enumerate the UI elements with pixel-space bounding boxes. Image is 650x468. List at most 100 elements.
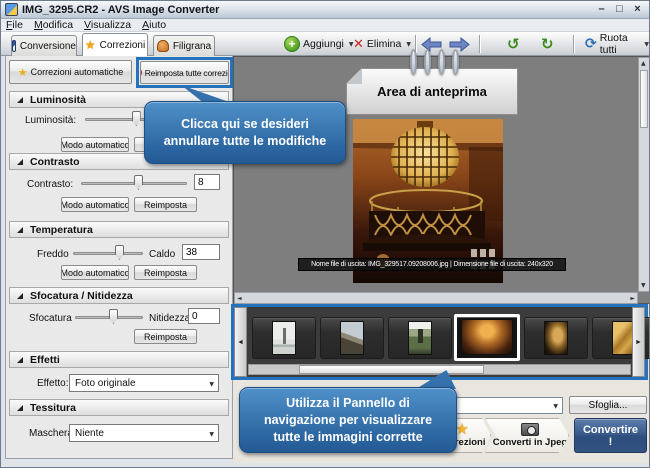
slider-thumb[interactable] <box>115 245 124 260</box>
slider-track[interactable] <box>73 252 143 255</box>
thumbnail-photo <box>272 321 296 355</box>
warm-label: Caldo <box>149 249 175 260</box>
chevron-down-icon: ▼ <box>553 403 558 410</box>
blur-reset-button[interactable]: Reimposta <box>134 329 197 344</box>
scrollbar-thumb[interactable] <box>299 365 484 374</box>
add-label: Aggiungi <box>303 38 344 50</box>
tab-filigrana[interactable]: Filigrana <box>153 35 215 56</box>
conversion-icon <box>12 40 16 52</box>
blur-value-input[interactable] <box>188 308 220 324</box>
preview-vertical-scrollbar[interactable]: ▲ ▼ <box>638 57 650 292</box>
effect-label: Effetto: <box>37 378 69 389</box>
section-title: Luminosità <box>30 94 86 106</box>
rotate-left-icon: ↺ <box>507 35 520 53</box>
nav-scroll-right-button[interactable]: ► <box>632 307 645 377</box>
temperature-value-input[interactable] <box>182 244 220 260</box>
arrow-right-icon <box>448 37 470 52</box>
magic-wand-icon: ★ <box>18 67 28 78</box>
callout-text: tutte le immagini corrette <box>240 429 456 446</box>
chevron-down-icon[interactable]: ▼ <box>406 41 411 48</box>
collapse-triangle-icon <box>17 227 23 233</box>
rotate-all-icon: ⟳ <box>585 36 597 52</box>
luminosity-auto-button[interactable]: Modo automatico <box>61 137 129 152</box>
star-icon: ★ <box>455 423 468 436</box>
nav-horizontal-scrollbar[interactable] <box>248 364 631 375</box>
tab-correzioni[interactable]: ★ Correzioni <box>82 33 148 56</box>
rotate-all-button[interactable]: ⟳ Ruota tutti ▼ <box>585 32 649 56</box>
no-entry-icon <box>140 67 142 78</box>
thumbnail-lamp-selected[interactable] <box>454 314 520 361</box>
contrast-reset-button[interactable]: Reimposta <box>134 197 197 212</box>
reset-all-corrections-button[interactable]: Reimposta tutte correzioni <box>140 61 229 84</box>
thumbnail-photo <box>408 321 432 355</box>
scroll-down-icon[interactable]: ▼ <box>641 282 646 289</box>
scrollbar-thumb[interactable] <box>640 70 648 128</box>
delete-button[interactable]: ✕ Elimina ▼ <box>353 32 411 56</box>
scroll-left-icon[interactable]: ◄ <box>237 295 242 302</box>
toolbar-separator <box>573 35 574 53</box>
thumbnail-photo <box>461 319 513 355</box>
section-header-temperature[interactable]: Temperatura <box>9 221 229 238</box>
collapse-triangle-icon <box>17 405 23 411</box>
browse-button[interactable]: Sfoglia... <box>569 396 647 414</box>
tab-toolbar-row: Conversione ★ Correzioni Filigrana + Agg… <box>1 32 649 56</box>
menu-visualizza[interactable]: Visualizza <box>84 19 131 31</box>
cold-label: Freddo <box>37 249 69 260</box>
contrast-value-input[interactable] <box>194 174 220 190</box>
window-title: IMG_3295.CR2 - AVS Image Converter <box>22 4 219 16</box>
close-button[interactable]: × <box>631 2 644 16</box>
preview-horizontal-scrollbar[interactable]: ◄ ► <box>234 292 638 304</box>
navigation-panel: ◄ ► <box>231 304 648 380</box>
arrow-left-icon: ◄ <box>237 339 244 346</box>
scroll-right-icon[interactable]: ► <box>630 295 635 302</box>
rotate-right-icon: ↻ <box>541 35 554 53</box>
menu-bar: File Modifica Visualizza Aiuto <box>1 19 649 32</box>
section-header-blur-sharpness[interactable]: Sfocatura / Nitidezza <box>9 287 229 304</box>
add-button[interactable]: + Aggiungi ▼ <box>284 32 354 56</box>
convert-button[interactable]: Convertire ! <box>574 418 647 453</box>
section-header-texture[interactable]: Tessitura <box>9 399 229 416</box>
thumbnail-park[interactable] <box>388 317 452 359</box>
contrast-slider[interactable] <box>81 175 187 191</box>
thumbnail-pier[interactable] <box>320 317 384 359</box>
rotate-left-button[interactable]: ↺ <box>507 32 520 56</box>
title-bar[interactable]: IMG_3295.CR2 - AVS Image Converter – □ × <box>1 1 649 19</box>
temperature-reset-button[interactable]: Reimposta <box>134 265 197 280</box>
tab-conversione[interactable]: Conversione <box>11 35 77 56</box>
menu-aiuto[interactable]: Aiuto <box>142 19 166 31</box>
effect-combo[interactable]: Foto originale ▼ <box>69 374 219 392</box>
blur-slider[interactable] <box>75 309 143 325</box>
chevron-down-icon[interactable]: ▼ <box>644 41 649 48</box>
step-convert-jpeg[interactable]: Converti in Jpeg <box>485 418 569 453</box>
camera-icon <box>521 423 539 436</box>
binder-ring-icon <box>410 49 417 75</box>
scroll-up-icon[interactable]: ▲ <box>641 60 646 67</box>
delete-icon: ✕ <box>353 37 364 52</box>
effect-value: Foto originale <box>75 378 136 389</box>
menu-modifica[interactable]: Modifica <box>34 19 73 31</box>
thumbnail-mask[interactable] <box>524 317 588 359</box>
callout-text: Utilizza il Pannello di <box>240 395 456 412</box>
menu-file[interactable]: File <box>6 19 23 31</box>
rotate-right-button[interactable]: ↻ <box>541 32 554 56</box>
slider-thumb[interactable] <box>109 309 118 324</box>
star-icon: ★ <box>85 39 96 51</box>
callout-text: annullare tutte le modifiche <box>145 133 345 150</box>
temperature-slider[interactable] <box>73 245 143 261</box>
nav-scroll-left-button[interactable]: ◄ <box>234 307 247 377</box>
collapse-triangle-icon <box>17 97 23 103</box>
section-header-effects[interactable]: Effetti <box>9 351 229 368</box>
mask-combo[interactable]: Niente ▼ <box>69 424 219 442</box>
slider-thumb[interactable] <box>134 175 143 190</box>
minimize-button[interactable]: – <box>595 2 608 16</box>
temperature-auto-button[interactable]: Modo automatico <box>61 265 129 280</box>
contrast-auto-button[interactable]: Modo automatico <box>61 197 129 212</box>
auto-corrections-label: Correzioni automatiche <box>31 67 124 77</box>
binder-ring-icon <box>452 49 459 75</box>
next-image-button[interactable] <box>448 32 470 56</box>
maximize-button[interactable]: □ <box>613 2 626 16</box>
thumbnail-statue[interactable] <box>252 317 316 359</box>
auto-corrections-button[interactable]: ★ Correzioni automatiche <box>9 60 132 84</box>
slider-thumb[interactable] <box>132 111 141 126</box>
callout-text: navigazione per visualizzare <box>240 412 456 429</box>
